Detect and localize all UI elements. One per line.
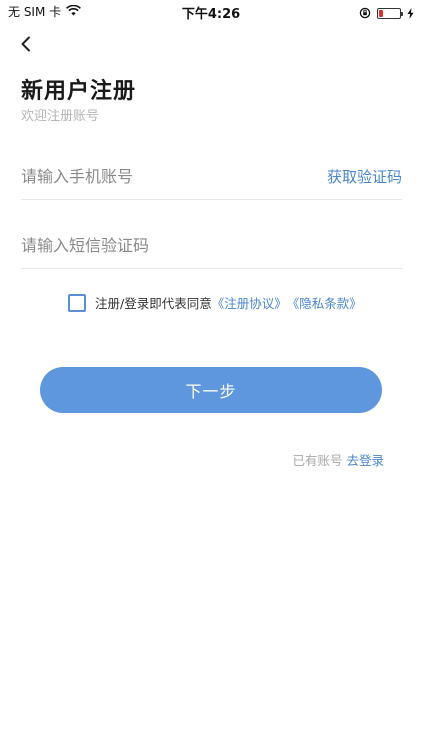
login-row: 已有账号 去登录: [292, 450, 384, 469]
page-subtitle: 欢迎注册账号: [21, 109, 100, 124]
login-hint: 已有账号: [292, 453, 343, 468]
agreement-row: 注册/登录即代表同意 《注册协议》 《隐私条款》: [68, 293, 362, 312]
login-link[interactable]: 去登录: [346, 453, 384, 468]
agreement-text: 注册/登录即代表同意: [95, 296, 212, 311]
phone-field: 获取验证码: [21, 154, 402, 200]
phone-input[interactable]: [21, 154, 311, 198]
battery-level: [379, 10, 383, 17]
chevron-left-icon: [20, 36, 32, 56]
page-title: 新用户注册: [21, 79, 137, 104]
get-code-button[interactable]: 获取验证码: [327, 166, 402, 187]
next-button[interactable]: 下一步: [40, 367, 382, 413]
back-button[interactable]: [16, 36, 36, 56]
battery-icon: [377, 8, 403, 19]
agreement-checkbox[interactable]: [68, 293, 86, 312]
charging-icon: [407, 4, 414, 23]
sms-code-field: [21, 223, 402, 269]
privacy-link[interactable]: 《隐私条款》: [287, 293, 362, 312]
terms-link[interactable]: 《注册协议》: [212, 293, 287, 312]
status-right: [359, 4, 414, 23]
orientation-lock-icon: [359, 4, 371, 23]
sms-code-input[interactable]: [21, 223, 402, 267]
status-bar: 无 SIM 卡 下午4:26: [0, 0, 422, 22]
